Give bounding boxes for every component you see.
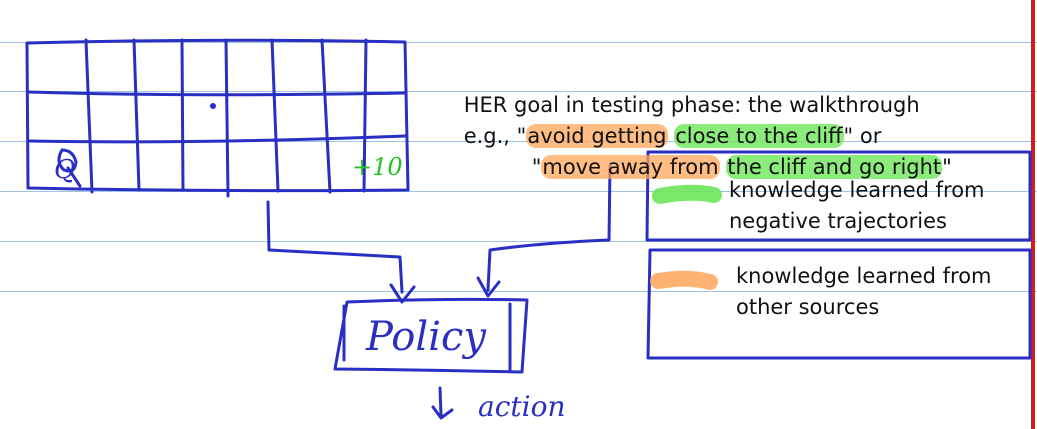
legend-green-line-2: negative trajectories [729,209,947,233]
legend-green-line-1: knowledge learned from [729,178,985,202]
orange-highlight-phrase: move away from [541,155,720,179]
notebook-page: Q +10 Policy action HER goal in testing … [0,0,1037,429]
grid-col-line [224,38,230,198]
grid-col-line [132,38,141,192]
grid-dot [210,103,216,109]
grid-to-policy-connector [266,200,404,294]
grid-col-line [270,38,280,193]
grid-border [25,38,410,193]
action-arrow-shaft [438,386,443,417]
policy-label: Policy [365,314,487,360]
legend-orange-line-1: knowledge learned from [736,264,992,288]
grid-col-line [84,38,94,194]
legend-swatch-orange [650,270,718,290]
action-label: action [478,390,565,423]
grid-row-line [26,90,407,97]
grid-col-line [320,38,332,194]
action-arrow-head [431,405,454,420]
reward-label: +10 [352,153,403,181]
grid-col-line [180,38,185,192]
note-line-3-prefix: " [531,155,542,179]
agent-label: Q [54,155,75,185]
grid-row-line [28,134,407,144]
legend-orange-line-2: other sources [736,295,880,319]
